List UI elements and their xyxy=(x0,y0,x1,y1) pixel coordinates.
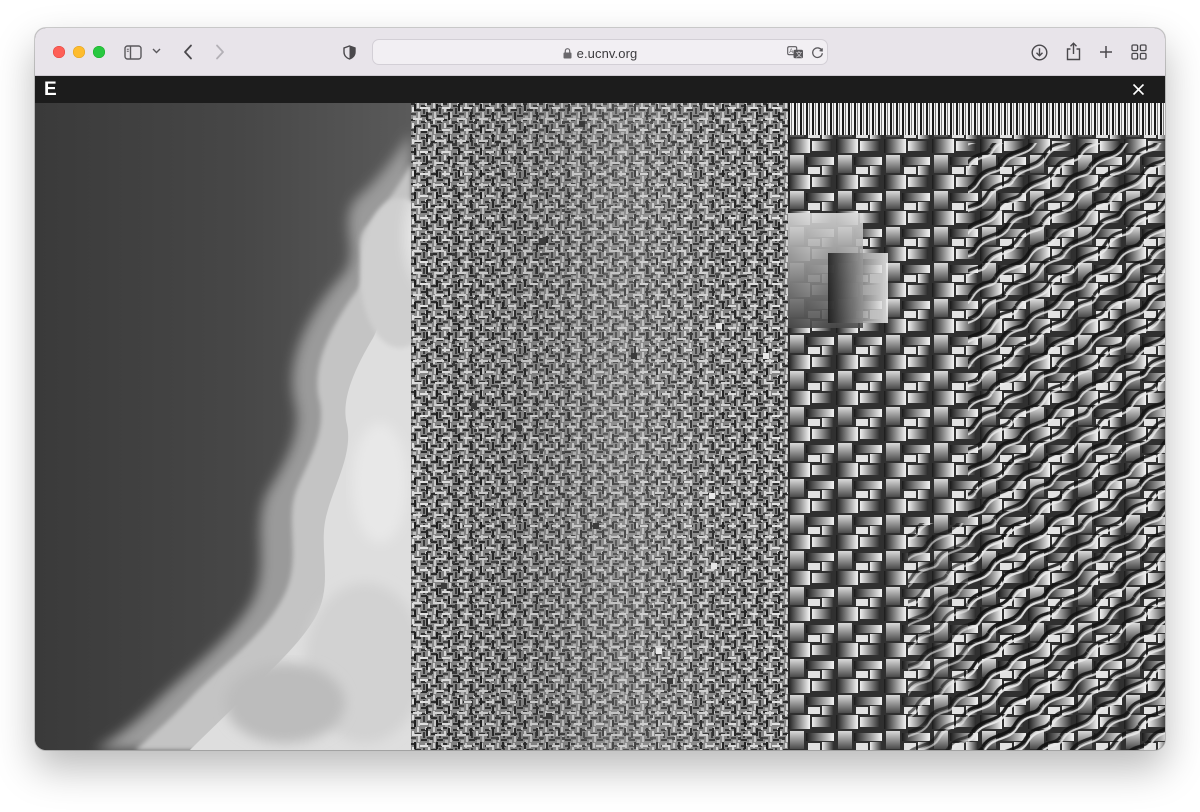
forward-icon[interactable] xyxy=(212,42,228,62)
back-icon[interactable] xyxy=(180,42,196,62)
translate-icon[interactable]: A文 xyxy=(786,44,804,60)
url-text: e.ucnv.org xyxy=(576,46,638,61)
address-bar[interactable]: e.ucnv.org A文 xyxy=(372,39,828,65)
sidebar-icon[interactable] xyxy=(123,42,143,62)
close-window-button[interactable] xyxy=(53,46,65,58)
minimize-window-button[interactable] xyxy=(73,46,85,58)
site-header: E xyxy=(35,76,1165,103)
lock-icon xyxy=(563,47,572,62)
site-logo[interactable]: E xyxy=(44,79,57,100)
zoom-window-button[interactable] xyxy=(93,46,105,58)
svg-text:文: 文 xyxy=(795,49,802,58)
download-icon[interactable] xyxy=(1029,42,1049,62)
block-glitch-panel[interactable] xyxy=(788,103,1165,750)
share-icon[interactable] xyxy=(1064,40,1082,62)
svg-text:A: A xyxy=(789,49,793,55)
cloud-photo-panel[interactable] xyxy=(35,103,411,750)
close-icon[interactable] xyxy=(1130,81,1147,98)
browser-window: e.ucnv.org A文 E xyxy=(35,28,1165,750)
new-tab-icon[interactable] xyxy=(1097,43,1115,61)
artwork-panels xyxy=(35,103,1165,750)
tab-overview-icon[interactable] xyxy=(1130,43,1148,61)
shield-icon[interactable] xyxy=(341,42,357,62)
chevron-down-icon[interactable] xyxy=(150,45,162,57)
glitched-texture-panel[interactable] xyxy=(411,103,788,750)
reload-icon[interactable] xyxy=(809,44,825,60)
browser-toolbar: e.ucnv.org A文 xyxy=(35,28,1165,76)
